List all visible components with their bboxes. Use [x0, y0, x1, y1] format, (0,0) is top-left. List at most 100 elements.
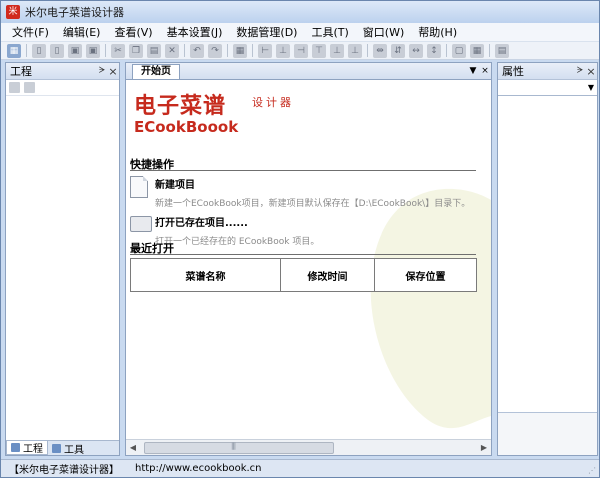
align-center-icon[interactable]: ⊥ [276, 43, 290, 58]
project-panel-header: 工程 ᗔ × [6, 63, 119, 80]
toolbar-separator [105, 44, 106, 57]
copy-icon[interactable]: ❐ [129, 43, 143, 58]
status-url: http://www.ecookbook.cn [135, 463, 262, 474]
properties-icon[interactable] [9, 82, 20, 93]
title-bar: 米 米尔电子菜谱设计器 [1, 1, 599, 23]
app-window: 米 米尔电子菜谱设计器 文件(F) 编辑(E) 查看(V) 基本设置(J) 数据… [0, 0, 600, 478]
scroll-right-icon[interactable]: ▶ [477, 441, 491, 455]
properties-panel-header: 属性 ᗔ × [498, 63, 597, 80]
menu-data-management[interactable]: 数据管理(D) [229, 23, 304, 42]
pin-icon[interactable]: ᗔ [97, 66, 107, 76]
scroll-left-icon[interactable]: ◀ [126, 441, 140, 455]
align-middle-icon[interactable]: ⊥ [330, 43, 344, 58]
new-file-icon[interactable]: ▯ [32, 43, 46, 58]
app-icon: 米 [6, 5, 20, 19]
save-all-icon[interactable]: ▣ [86, 43, 100, 58]
redo-icon[interactable]: ↷ [208, 43, 222, 58]
tab-project-label: 工程 [23, 444, 43, 455]
same-size-icon[interactable]: ▢ [452, 43, 466, 58]
table-icon[interactable]: ▦ [233, 43, 247, 58]
toolbar-separator [489, 44, 490, 57]
menu-help[interactable]: 帮助(H) [411, 23, 464, 42]
open-project-desc: 打开一个已经存在的 ECookBook 项目。 [155, 237, 320, 247]
toolbar-separator [227, 44, 228, 57]
start-page: 电子菜谱 设计器 ECookBoook 快捷操作 新建项目 新建一个ECookB… [126, 80, 491, 440]
logo-subtitle: 设计器 [252, 96, 294, 109]
undo-icon[interactable]: ↶ [190, 43, 204, 58]
align-right-icon[interactable]: ⊣ [294, 43, 308, 58]
cut-icon[interactable]: ✂ [111, 43, 125, 58]
new-document-icon [130, 176, 148, 198]
distribute-vertical-icon[interactable]: ⇵ [391, 43, 405, 58]
menu-bar: 文件(F) 编辑(E) 查看(V) 基本设置(J) 数据管理(D) 工具(T) … [1, 23, 599, 42]
new-project-desc: 新建一个ECookBook项目，新建项目默认保存在【D:\ECookBook\】… [155, 199, 471, 209]
document-area: 开始页 ▼ × 电子菜谱 设计器 ECookBoook 快捷操作 新建项目 新建 [125, 62, 492, 456]
menu-file[interactable]: 文件(F) [5, 23, 56, 42]
menu-window[interactable]: 窗口(W) [356, 23, 411, 42]
col-modified-time[interactable]: 修改时间 [280, 258, 375, 292]
horizontal-scrollbar[interactable]: ◀ ▶ [126, 439, 491, 455]
table-header-row: 菜谱名称 修改时间 保存位置 [130, 258, 477, 292]
folder-icon [130, 216, 152, 232]
close-icon[interactable]: × [107, 65, 119, 78]
toolbar-separator [26, 44, 27, 57]
status-bar: 【米尔电子菜谱设计器】 http://www.ecookbook.cn ⋰ [1, 459, 599, 477]
project-panel-toolbar [6, 80, 119, 96]
close-document-icon[interactable]: × [479, 63, 491, 79]
menu-view[interactable]: 查看(V) [107, 23, 159, 42]
divider [130, 254, 476, 255]
menu-basic-settings[interactable]: 基本设置(J) [160, 23, 230, 42]
tab-list-icon[interactable]: ▼ [467, 63, 479, 79]
paste-icon[interactable]: ▤ [147, 43, 161, 58]
align-top-icon[interactable]: ⊤ [312, 43, 326, 58]
project-icon[interactable]: ▦ [7, 43, 21, 58]
new-project-action[interactable]: 新建项目 新建一个ECookBook项目，新建项目默认保存在【D:\ECookB… [130, 176, 470, 209]
project-tab-icon [11, 443, 20, 452]
distribute-horizontal-icon[interactable]: ⇹ [373, 43, 387, 58]
delete-icon[interactable]: ✕ [165, 43, 179, 58]
menu-edit[interactable]: 编辑(E) [56, 23, 108, 42]
col-save-location[interactable]: 保存位置 [374, 258, 477, 292]
same-height-icon[interactable]: ↕ [427, 43, 441, 58]
project-panel: 工程 ᗔ × 工程 工具 [5, 62, 120, 456]
app-logo: 电子菜谱 设计器 ECookBoook [134, 88, 291, 136]
properties-panel: 属性 ᗔ × ▼ [497, 62, 598, 456]
align-bottom-icon[interactable]: ⊥ [348, 43, 362, 58]
property-description [498, 412, 597, 455]
new-project-link[interactable]: 新建项目 [155, 176, 470, 191]
refresh-icon[interactable] [24, 82, 35, 93]
close-icon[interactable]: × [585, 65, 597, 78]
tab-project[interactable]: 工程 [6, 441, 48, 455]
toolbar-separator [184, 44, 185, 57]
toolbar: ▦ ▯ ▯ ▣ ▣ ✂ ❐ ▤ ✕ ↶ ↷ ▦ ⊢ ⊥ ⊣ ⊤ ⊥ ⊥ ⇹ ⇵ … [1, 42, 599, 60]
bring-front-icon[interactable]: ▤ [495, 43, 509, 58]
toolbar-separator [446, 44, 447, 57]
chevron-down-icon[interactable]: ▼ [588, 83, 594, 92]
save-icon[interactable]: ▣ [68, 43, 82, 58]
tab-start-page[interactable]: 开始页 [132, 64, 180, 79]
resize-grip-icon[interactable]: ⋰ [588, 466, 596, 475]
same-width-icon[interactable]: ↔ [409, 43, 423, 58]
scroll-thumb[interactable] [144, 441, 334, 454]
logo-english: ECookBoook [134, 118, 239, 136]
col-recipe-name[interactable]: 菜谱名称 [130, 258, 281, 292]
menu-tools[interactable]: 工具(T) [304, 23, 355, 42]
object-selector[interactable]: ▼ [498, 80, 597, 96]
tab-tools[interactable]: 工具 [48, 441, 88, 456]
open-file-icon[interactable]: ▯ [50, 43, 64, 58]
toolbar-separator [252, 44, 253, 57]
align-left-icon[interactable]: ⊢ [258, 43, 272, 58]
recent-projects-table: 菜谱名称 修改时间 保存位置 [130, 258, 477, 292]
properties-panel-title: 属性 [502, 65, 524, 78]
tools-tab-icon [52, 443, 61, 453]
divider [130, 170, 476, 171]
logo-chinese: 电子菜谱 [134, 93, 227, 119]
scroll-track[interactable] [140, 441, 477, 454]
project-panel-tabs: 工程 工具 [6, 440, 119, 456]
status-app-name: 【米尔电子菜谱设计器】 [9, 465, 119, 476]
document-tabs: 开始页 ▼ × [126, 63, 491, 80]
grid-icon[interactable]: ▦ [470, 43, 484, 58]
open-project-link[interactable]: 打开已存在项目...... [155, 214, 319, 229]
pin-icon[interactable]: ᗔ [575, 66, 585, 76]
window-title: 米尔电子菜谱设计器 [25, 6, 124, 19]
